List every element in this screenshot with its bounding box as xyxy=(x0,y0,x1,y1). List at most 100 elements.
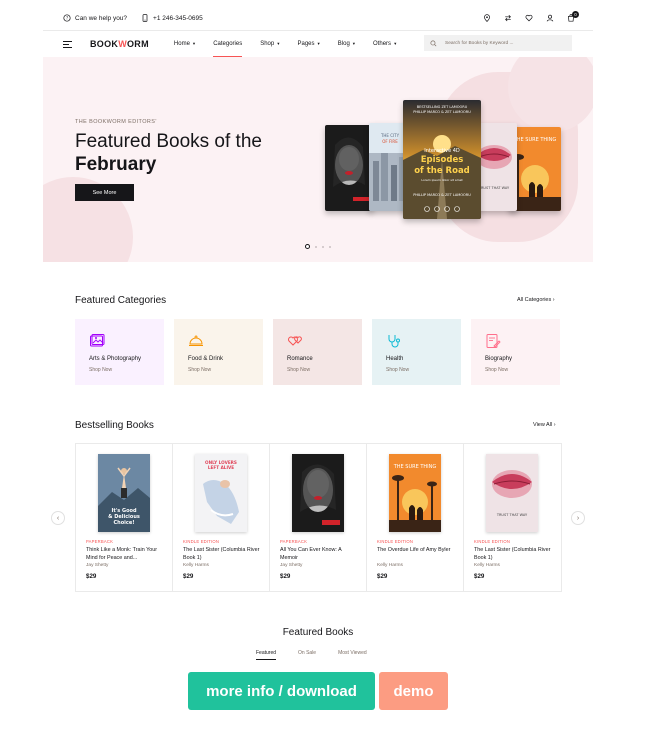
chevron-down-icon: ▾ xyxy=(352,41,356,46)
bestselling-carousel: It's Good & Delicious Choice! PAPERBACK … xyxy=(75,443,562,592)
carousel-next-button[interactable]: › xyxy=(571,511,585,525)
book-author[interactable]: Jay Shetty xyxy=(280,563,302,568)
book-price: $29 xyxy=(86,573,97,580)
see-more-button[interactable]: See More xyxy=(75,184,134,201)
carousel-dot[interactable] xyxy=(329,245,331,248)
carousel-dot[interactable] xyxy=(322,245,324,248)
search-input[interactable]: Search for Books by Keyword ... xyxy=(424,35,572,51)
svg-text:OF FIRE: OF FIRE xyxy=(382,139,398,144)
featured-tabs: Featured On Sale Most Viewed xyxy=(256,650,389,660)
book-price: $29 xyxy=(183,573,194,580)
featured-books-heading: Featured Books xyxy=(282,627,354,638)
map-pin-icon[interactable] xyxy=(483,14,491,22)
product-card[interactable]: THE SURE THING KINDLE EDITION The Overdu… xyxy=(367,444,464,591)
hamburger-icon[interactable] xyxy=(63,40,72,48)
hero-book-1[interactable] xyxy=(325,125,373,211)
phone-icon xyxy=(142,14,148,22)
logo[interactable]: BOOKWORM xyxy=(90,39,149,49)
menu-item-blog[interactable]: Blog ▾ xyxy=(329,31,364,57)
carousel-dots xyxy=(305,244,331,249)
menu-item-others[interactable]: Others ▾ xyxy=(364,31,405,57)
shop-now-link[interactable]: Shop Now xyxy=(89,367,112,373)
category-romance[interactable]: Romance Shop Now xyxy=(273,319,362,385)
category-biography[interactable]: Biography Shop Now xyxy=(471,319,560,385)
book-author[interactable]: Jay Shetty xyxy=(86,563,108,568)
cloche-icon xyxy=(189,335,203,346)
help-link[interactable]: ? Can we help you? xyxy=(63,14,127,22)
book-author[interactable]: Kelly Harms xyxy=(183,563,209,568)
shop-now-link[interactable]: Shop Now xyxy=(188,367,211,373)
category-name: Health xyxy=(386,356,404,362)
swap-icon[interactable] xyxy=(504,14,512,22)
svg-text:THE CITY: THE CITY xyxy=(380,133,400,138)
svg-text:Interactive 4D: Interactive 4D xyxy=(424,148,460,154)
chevron-right-icon: › xyxy=(553,422,556,428)
book-format: KINDLE EDITION xyxy=(474,539,511,544)
book-cover[interactable]: THE SURE THING xyxy=(389,454,441,532)
product-card[interactable]: It's Good & Delicious Choice! PAPERBACK … xyxy=(76,444,173,591)
more-info-download-button[interactable]: more info / download xyxy=(188,672,375,710)
book-title[interactable]: The Overdue Life of Amy Byler xyxy=(377,546,457,554)
svg-text:TRUST THAT WAY: TRUST THAT WAY xyxy=(478,186,510,190)
menu-item-pages[interactable]: Pages ▾ xyxy=(288,31,328,57)
book-format: KINDLE EDITION xyxy=(377,539,414,544)
chevron-right-icon: › xyxy=(552,297,555,303)
category-health[interactable]: Health Shop Now xyxy=(372,319,461,385)
tab-most-viewed[interactable]: Most Viewed xyxy=(338,650,367,660)
book-author[interactable]: Kelly Harms xyxy=(377,563,403,568)
category-name: Arts & Photography xyxy=(89,356,142,362)
user-icon[interactable] xyxy=(546,14,554,22)
hero-title: Featured Books of the February xyxy=(75,131,262,175)
hero-book-featured[interactable]: BESTSELLING ZET LAMOORU PHILLIP MARCO & … xyxy=(403,100,481,219)
view-all-link[interactable]: View All › xyxy=(533,422,556,428)
image-frame-icon xyxy=(90,334,105,347)
hero-banner: THE BOOKWORM EDITORS' Featured Books of … xyxy=(43,57,593,262)
svg-text:Choice!: Choice! xyxy=(113,520,134,526)
book-cover[interactable]: It's Good & Delicious Choice! xyxy=(98,454,150,532)
chevron-down-icon: ▾ xyxy=(277,41,280,46)
shop-now-link[interactable]: Shop Now xyxy=(287,367,310,373)
svg-text:PHILLIP MARCO & ZET LAMOORU: PHILLIP MARCO & ZET LAMOORU xyxy=(413,193,471,197)
chevron-down-icon: ▾ xyxy=(317,41,320,46)
book-author[interactable]: Kelly Harms xyxy=(474,563,500,568)
book-title[interactable]: The Last Sister (Columbia River Book 1) xyxy=(183,546,263,562)
svg-text:TRUST THAT WAY: TRUST THAT WAY xyxy=(496,513,528,517)
book-title[interactable]: All You Can Ever Know: A Memoir xyxy=(280,546,360,562)
svg-text:Lorem ipsum dolor sit amet: Lorem ipsum dolor sit amet xyxy=(421,178,463,182)
product-card[interactable]: PAPERBACK All You Can Ever Know: A Memoi… xyxy=(270,444,367,591)
book-price: $29 xyxy=(474,573,485,580)
carousel-dot-active[interactable] xyxy=(305,244,310,249)
book-cover[interactable]: TRUST THAT WAY xyxy=(486,454,538,532)
category-name: Biography xyxy=(485,356,513,362)
all-categories-link[interactable]: All Categories › xyxy=(517,297,555,303)
menu-item-categories[interactable]: Categories xyxy=(204,31,251,57)
demo-button[interactable]: demo xyxy=(379,672,448,710)
carousel-dot[interactable] xyxy=(315,245,317,248)
carousel-prev-button[interactable]: ‹ xyxy=(51,511,65,525)
svg-text:THE SURE THING: THE SURE THING xyxy=(513,137,557,143)
cart-button[interactable]: 0 xyxy=(567,11,579,22)
book-cover[interactable] xyxy=(292,454,344,532)
menu-item-shop[interactable]: Shop ▾ xyxy=(251,31,288,57)
main-nav: BOOKWORM Home ▾ Categories Shop ▾ Pages ▾ B… xyxy=(43,31,593,57)
book-title[interactable]: Think Like a Monk: Train Your Mind for P… xyxy=(86,546,166,562)
top-bar: ? Can we help you? +1 246-345-0695 0 xyxy=(43,6,593,30)
tab-on-sale[interactable]: On Sale xyxy=(298,650,316,660)
chevron-down-icon: ▾ xyxy=(394,41,397,46)
help-circle-icon: ? xyxy=(63,14,71,22)
heart-icon[interactable] xyxy=(525,14,533,22)
product-card[interactable]: ONLY LOVERS LEFT ALIVE KINDLE EDITION Th… xyxy=(173,444,270,591)
tab-featured[interactable]: Featured xyxy=(256,650,277,660)
product-card[interactable]: TRUST THAT WAY KINDLE EDITION The Last S… xyxy=(464,444,561,591)
phone-link[interactable]: +1 246-345-0695 xyxy=(141,14,203,22)
category-name: Food & Drink xyxy=(188,356,224,362)
menu-item-home[interactable]: Home ▾ xyxy=(165,31,204,57)
category-arts[interactable]: Arts & Photography Shop Now xyxy=(75,319,164,385)
svg-text:BESTSELLING ZET LAMOORU: BESTSELLING ZET LAMOORU xyxy=(417,105,468,109)
book-title[interactable]: The Last Sister (Columbia River Book 1) xyxy=(474,546,554,562)
book-cover[interactable]: ONLY LOVERS LEFT ALIVE xyxy=(195,454,247,532)
category-food[interactable]: Food & Drink Shop Now xyxy=(174,319,263,385)
document-pen-icon xyxy=(486,334,501,348)
shop-now-link[interactable]: Shop Now xyxy=(386,367,409,373)
shop-now-link[interactable]: Shop Now xyxy=(485,367,508,373)
